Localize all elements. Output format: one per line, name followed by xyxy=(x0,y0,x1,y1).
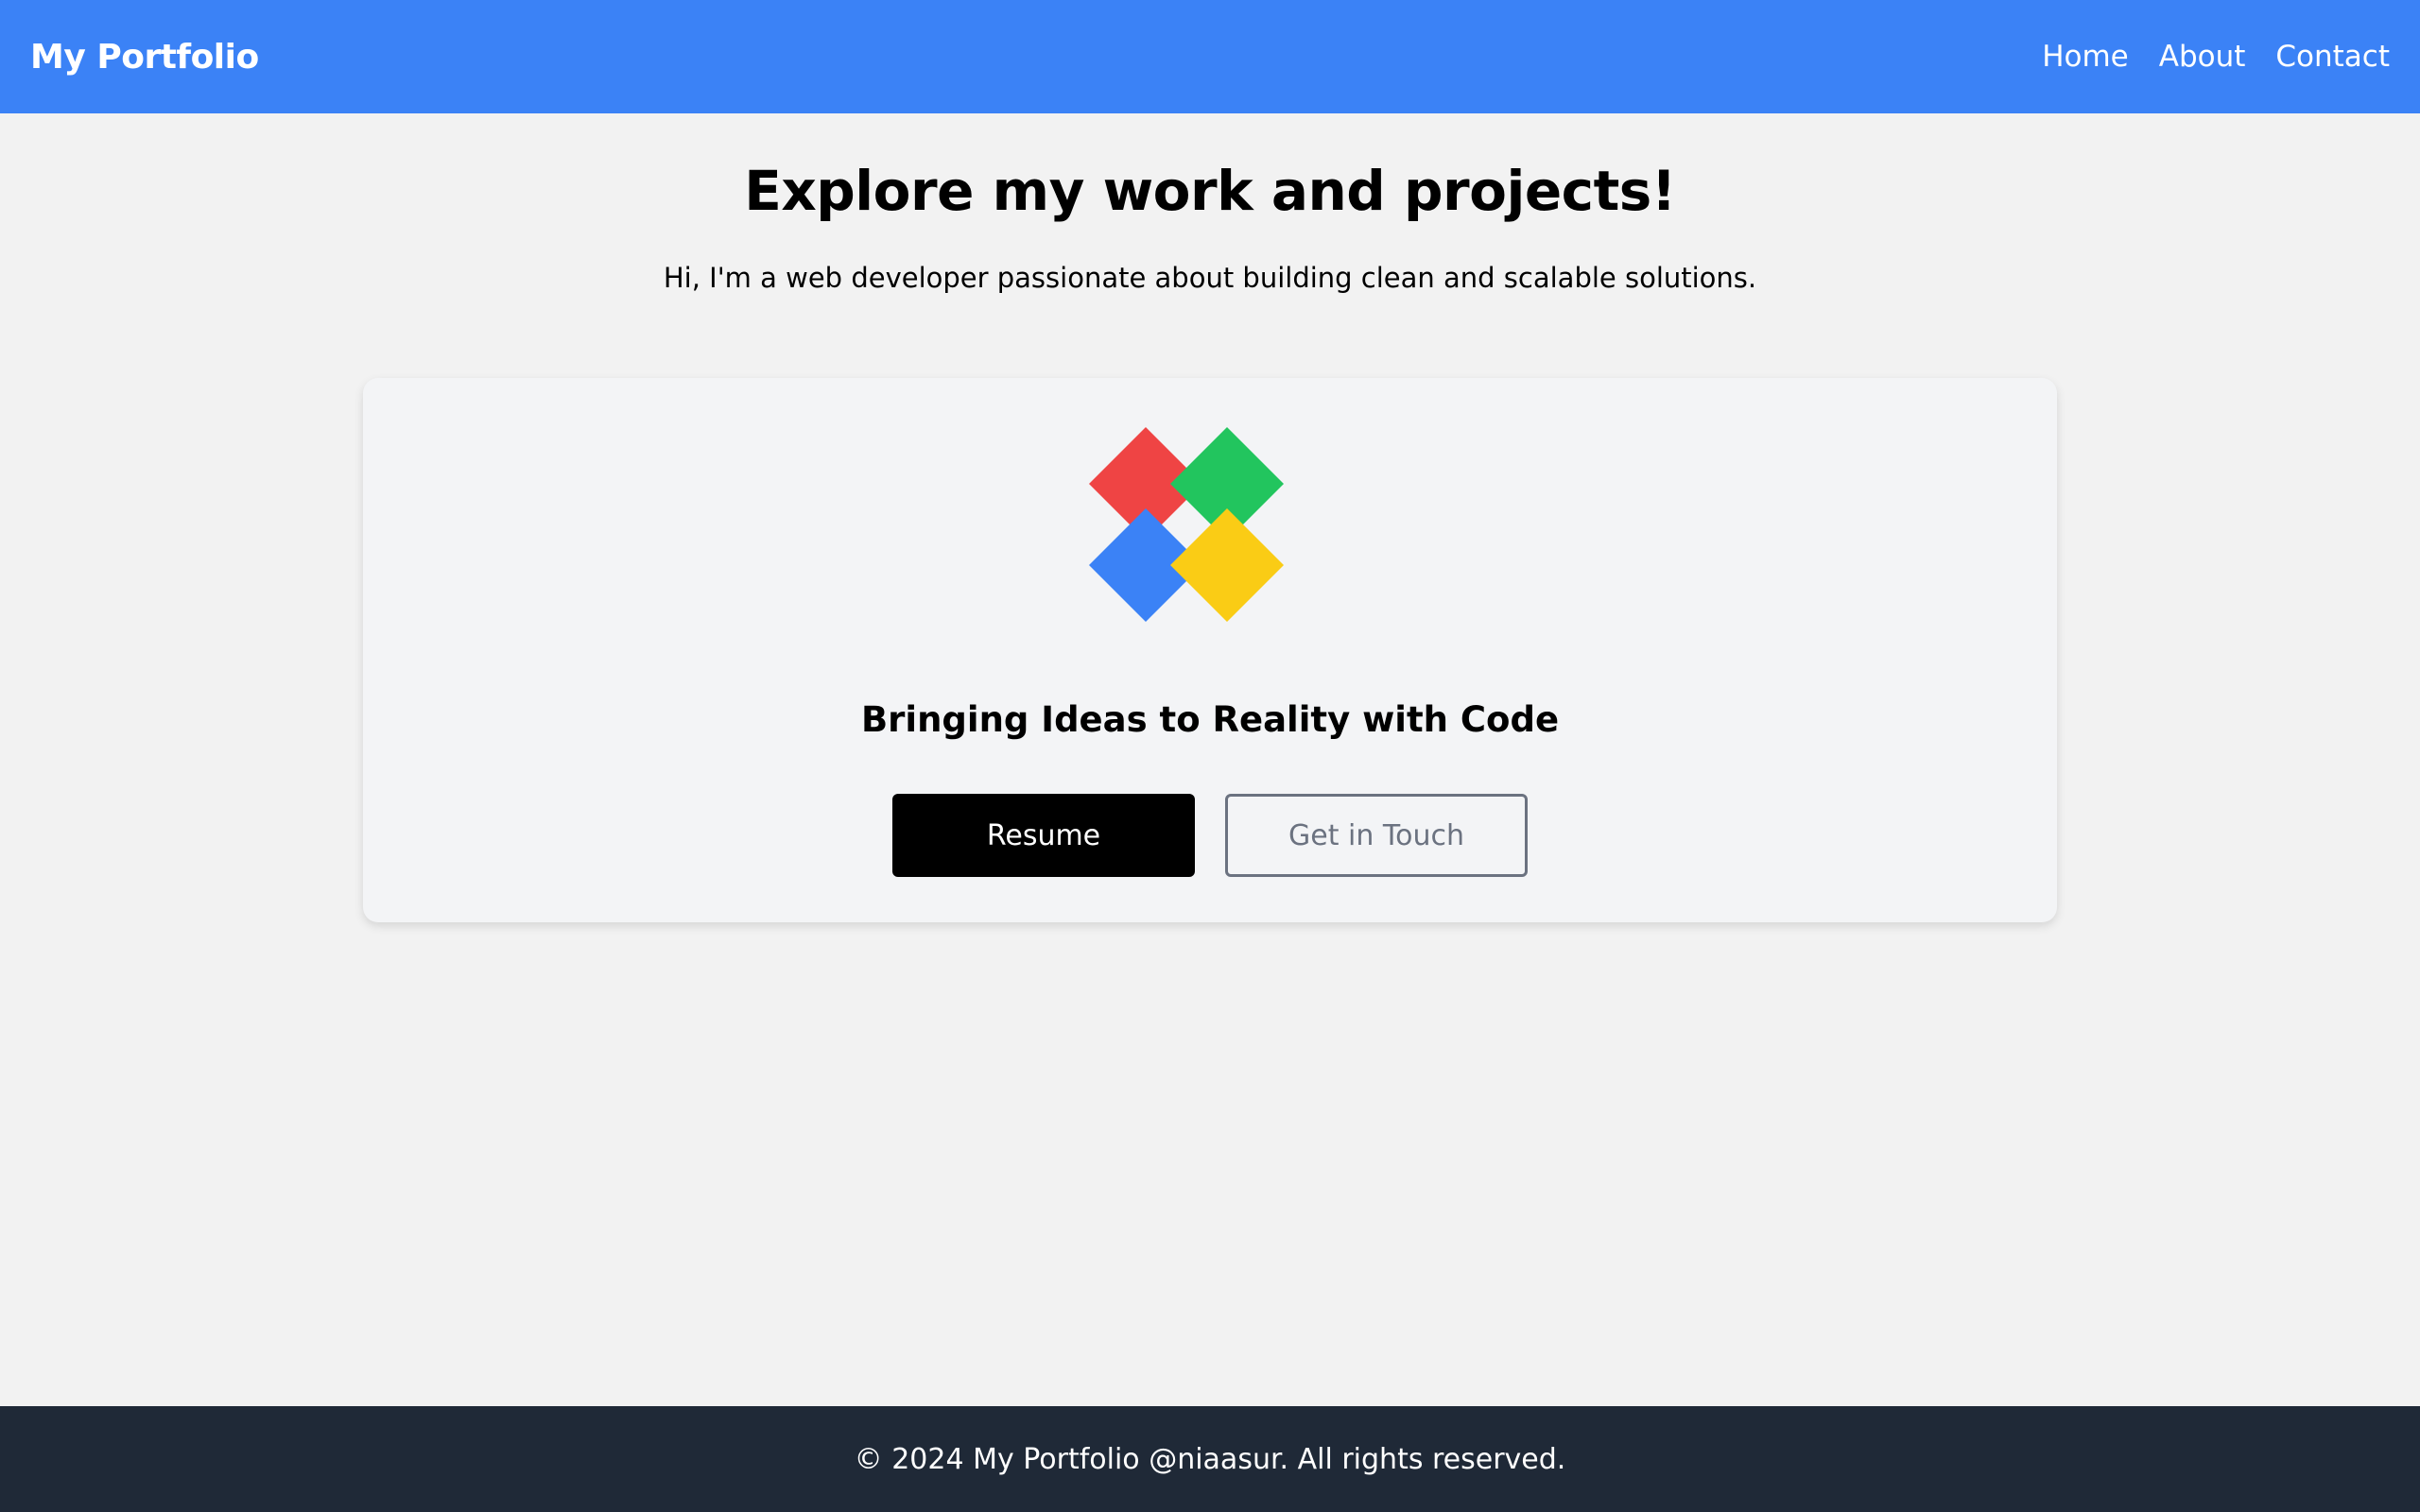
page: My Portfolio Home About Contact Explore … xyxy=(0,0,2420,1512)
hero-title: Explore my work and projects! xyxy=(744,159,1676,223)
resume-button[interactable]: Resume xyxy=(892,794,1195,877)
hero-subtitle: Hi, I'm a web developer passionate about… xyxy=(663,262,1757,294)
card-title: Bringing Ideas to Reality with Code xyxy=(860,699,1560,740)
nav-links: Home About Contact xyxy=(2042,40,2390,74)
footer-copyright: © 2024 My Portfolio @niaasur. All rights… xyxy=(854,1442,1566,1476)
nav-link-home[interactable]: Home xyxy=(2042,40,2129,74)
nav-link-about[interactable]: About xyxy=(2159,40,2246,74)
brand-logo-text[interactable]: My Portfolio xyxy=(30,38,259,77)
footer: © 2024 My Portfolio @niaasur. All rights… xyxy=(0,1406,2420,1512)
yellow-diamond xyxy=(1170,508,1284,622)
get-in-touch-button[interactable]: Get in Touch xyxy=(1225,794,1528,877)
nav-link-contact[interactable]: Contact xyxy=(2275,40,2390,74)
four-diamonds-logo-icon xyxy=(1089,427,1284,622)
navbar: My Portfolio Home About Contact xyxy=(0,0,2420,113)
